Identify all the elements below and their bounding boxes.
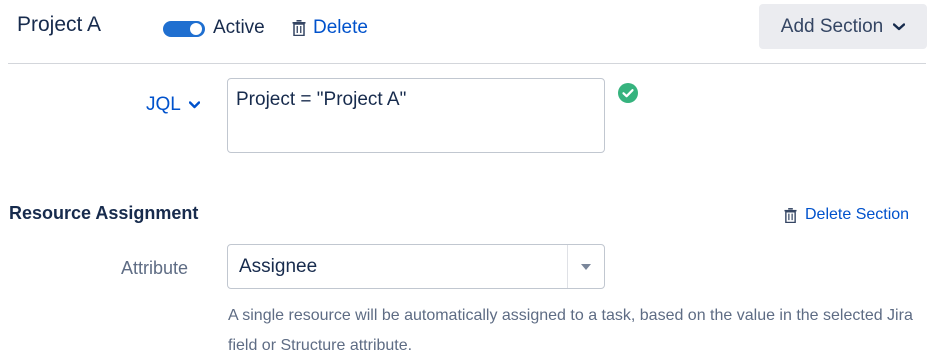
active-label: Active xyxy=(213,17,265,38)
delete-section-label: Delete Section xyxy=(805,206,910,223)
jql-dropdown[interactable]: JQL xyxy=(146,94,200,116)
add-section-label: Add Section xyxy=(780,15,884,37)
toggle-knob xyxy=(190,23,202,35)
active-toggle[interactable] xyxy=(163,21,205,37)
header-divider xyxy=(8,63,926,64)
chevron-down-icon xyxy=(893,22,906,30)
page-title: Project A xyxy=(17,13,102,36)
delete-section-button[interactable]: Delete Section xyxy=(784,206,909,224)
select-arrow[interactable] xyxy=(567,245,604,288)
attribute-select[interactable]: Assignee xyxy=(227,244,605,289)
check-circle-icon xyxy=(618,83,638,103)
jql-label: JQL xyxy=(146,94,181,115)
caret-down-icon xyxy=(581,263,591,270)
help-text: A single resource will be automatically … xyxy=(228,307,913,354)
jql-input[interactable]: Project = "Project A" xyxy=(227,78,605,153)
delete-button[interactable]: Delete xyxy=(292,17,368,39)
trash-icon xyxy=(784,207,797,223)
attribute-label: Attribute xyxy=(121,258,189,278)
section-title: Resource Assignment xyxy=(9,203,199,223)
chevron-down-icon xyxy=(188,101,200,109)
add-section-button[interactable]: Add Section xyxy=(759,4,927,49)
delete-label: Delete xyxy=(313,17,368,38)
attribute-value: Assignee xyxy=(239,255,318,277)
trash-icon xyxy=(292,20,306,36)
